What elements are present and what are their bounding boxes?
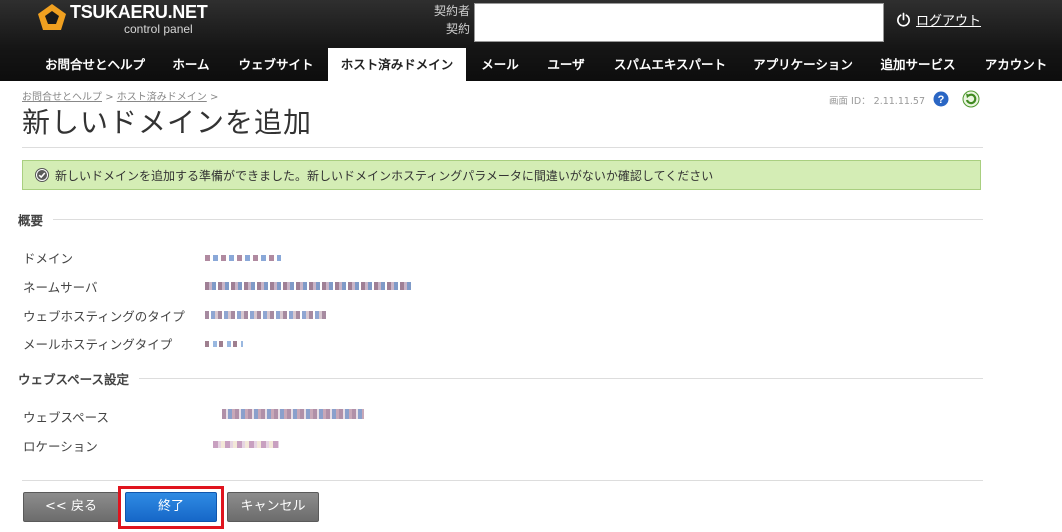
- help-icon[interactable]: ?: [933, 91, 949, 107]
- tab-websites[interactable]: ウェブサイト: [228, 48, 324, 81]
- tab-help[interactable]: お問合せとヘルプ: [34, 48, 156, 81]
- webspace-divider: [18, 378, 983, 379]
- redacted-value: [222, 409, 364, 419]
- redacted-value: [205, 282, 411, 290]
- row-label-nameserver: ネームサーバ: [23, 280, 98, 295]
- refresh-icon[interactable]: [962, 90, 980, 108]
- success-message: 新しいドメインを追加する準備ができました。新しいドメインホスティングパラメータに…: [22, 160, 981, 190]
- row-label-mail-hosting-type: メールホスティングタイプ: [23, 337, 173, 352]
- main-nav: お問合せとヘルプ ホーム ウェブサイト ホスト済みドメイン メール ユーザ スパ…: [0, 48, 1062, 81]
- redacted-value: [205, 341, 243, 347]
- finish-button[interactable]: 終了: [125, 492, 217, 522]
- power-icon: [897, 12, 910, 27]
- contract-info-box: [474, 3, 884, 42]
- redacted-value: [205, 311, 327, 319]
- logout-link[interactable]: ログアウト: [896, 10, 981, 29]
- cancel-button[interactable]: キャンセル: [227, 492, 319, 522]
- back-button[interactable]: << 戻る: [23, 492, 119, 522]
- section-title-webspace: ウェブスペース設定: [18, 369, 140, 388]
- row-label-domain: ドメイン: [23, 251, 74, 266]
- top-header: TSUKAERU.NET control panel 契約者 契約 ログアウト …: [0, 0, 1062, 81]
- tab-additional-services[interactable]: 追加サービス: [870, 48, 966, 81]
- svg-text:?: ?: [938, 94, 945, 106]
- footer-divider: [22, 480, 983, 481]
- contract-label: 契約: [445, 22, 470, 36]
- redacted-value: [205, 255, 281, 261]
- tab-account[interactable]: アカウント: [976, 48, 1056, 81]
- tab-hosted-domains[interactable]: ホスト済みドメイン: [328, 48, 466, 81]
- logo-name: TSUKAERU.NET: [70, 2, 208, 22]
- row-label-webspace: ウェブスペース: [23, 410, 110, 425]
- page-title: 新しいドメインを追加: [22, 106, 313, 139]
- success-message-text: 新しいドメインを追加する準備ができました。新しいドメインホスティングパラメータに…: [55, 168, 714, 183]
- tab-spam-experts[interactable]: スパムエキスパート: [602, 48, 738, 81]
- tab-mail[interactable]: メール: [470, 48, 530, 81]
- tab-home[interactable]: ホーム: [160, 48, 222, 81]
- redacted-value: [213, 441, 279, 448]
- tab-users[interactable]: ユーザ: [536, 48, 596, 81]
- screen-id: 画面 ID： 2.11.11.57: [829, 96, 926, 107]
- overview-divider: [18, 219, 983, 220]
- logout-label: ログアウト: [916, 14, 982, 29]
- tab-applications[interactable]: アプリケーション: [742, 48, 864, 81]
- row-label-web-hosting-type: ウェブホスティングのタイプ: [23, 309, 185, 324]
- section-title-overview: 概要: [18, 210, 54, 229]
- title-divider: [22, 147, 983, 148]
- logo-pentagon-icon: [38, 4, 66, 30]
- contract-labels: 契約者 契約: [424, 2, 470, 38]
- logo-subtitle: control panel: [124, 22, 193, 36]
- row-label-location: ロケーション: [23, 439, 98, 454]
- logo[interactable]: TSUKAERU.NET control panel: [36, 2, 208, 42]
- contract-holder-label: 契約者: [433, 4, 470, 18]
- check-circle-icon: [35, 168, 49, 182]
